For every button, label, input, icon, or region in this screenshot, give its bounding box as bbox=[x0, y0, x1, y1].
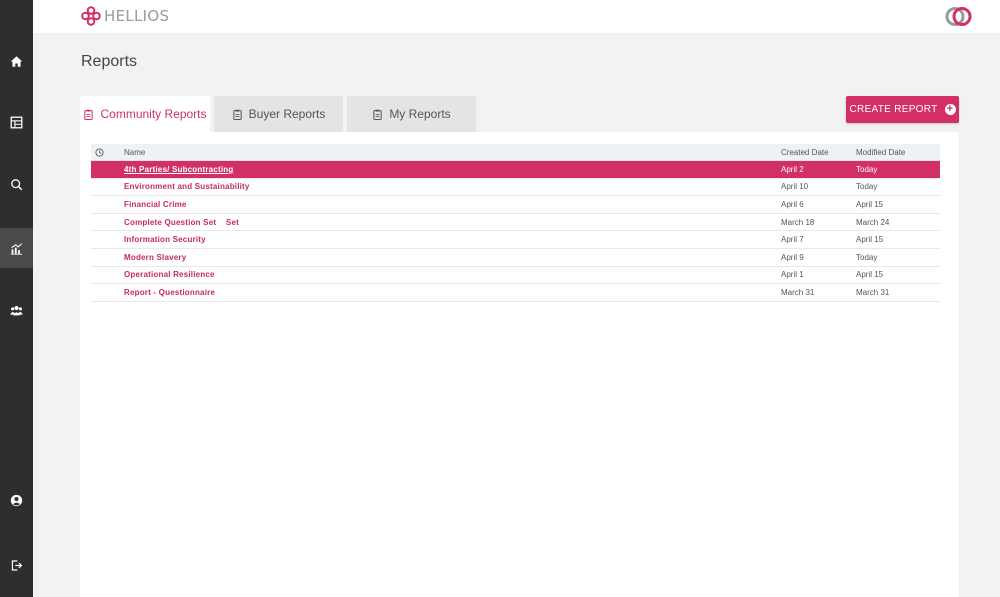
tab-label: Buyer Reports bbox=[248, 107, 326, 121]
report-name-link[interactable]: 4th Parties/ Subcontracting bbox=[124, 165, 781, 174]
created-date: April 7 bbox=[781, 235, 804, 245]
created-date: March 18 bbox=[781, 217, 815, 227]
modified-date: March 24 bbox=[856, 217, 890, 227]
table-row[interactable]: Operational Resilience April 1 April 15 bbox=[91, 267, 940, 285]
users-icon bbox=[10, 305, 23, 315]
dashboard-icon bbox=[10, 116, 23, 128]
tab-label: Community Reports bbox=[100, 107, 207, 121]
sidebar-item-logout[interactable] bbox=[0, 545, 33, 585]
modified-date: Today bbox=[856, 164, 878, 174]
created-date: April 2 bbox=[781, 164, 804, 174]
user-avatar[interactable] bbox=[944, 6, 974, 27]
top-bar: HELLIOS bbox=[33, 0, 1000, 33]
header-modified-date[interactable]: Modified Date bbox=[856, 148, 940, 157]
report-name-link[interactable]: Report - Questionnaire bbox=[124, 288, 781, 297]
create-report-button[interactable]: CREATE REPORT + bbox=[846, 96, 959, 123]
logo-mark-icon bbox=[81, 6, 101, 26]
profile-icon bbox=[10, 494, 23, 506]
tab-community-reports[interactable]: Community Reports bbox=[80, 96, 210, 132]
table-row[interactable]: 4th Parties/ Subcontracting April 2 Toda… bbox=[91, 161, 940, 179]
created-date: April 6 bbox=[781, 199, 804, 209]
header-name[interactable]: Name bbox=[124, 148, 781, 157]
sidebar bbox=[0, 0, 33, 597]
clipboard-icon bbox=[84, 109, 94, 120]
modified-date: March 31 bbox=[856, 287, 890, 297]
header-status-cell bbox=[91, 147, 124, 157]
home-icon bbox=[10, 55, 23, 67]
table-row[interactable]: Financial Crime April 6 April 15 bbox=[91, 196, 940, 214]
table-row[interactable]: Environment and Sustainability April 10 … bbox=[91, 179, 940, 197]
logo-text: HELLIOS bbox=[104, 7, 170, 25]
created-date: April 10 bbox=[781, 182, 809, 192]
header-created-date[interactable]: Created Date bbox=[781, 148, 856, 157]
modified-date: Today bbox=[856, 252, 878, 262]
created-date: April 9 bbox=[781, 252, 804, 262]
report-name-link[interactable]: Complete Question Set Set bbox=[124, 218, 781, 227]
table-row[interactable]: Complete Question Set Set March 18 March… bbox=[91, 214, 940, 232]
reports-chart-icon bbox=[10, 242, 23, 255]
reports-table: Name Created Date Modified Date 4th Part… bbox=[91, 144, 940, 302]
table-header: Name Created Date Modified Date bbox=[91, 144, 940, 161]
report-name-link[interactable]: Operational Resilience bbox=[124, 270, 781, 279]
clipboard-icon bbox=[373, 109, 382, 120]
tab-buyer-reports[interactable]: Buyer Reports bbox=[214, 96, 343, 132]
logout-icon bbox=[11, 559, 23, 571]
tab-my-reports[interactable]: My Reports bbox=[347, 96, 476, 132]
brand-logo[interactable]: HELLIOS bbox=[80, 6, 169, 26]
tab-label: My Reports bbox=[389, 107, 451, 121]
report-name-link[interactable]: Environment and Sustainability bbox=[124, 182, 781, 191]
modified-date: April 15 bbox=[856, 270, 884, 280]
sidebar-item-search[interactable] bbox=[0, 164, 33, 204]
table-row[interactable]: Report - Questionnaire March 31 March 31 bbox=[91, 284, 940, 302]
report-name-link[interactable]: Information Security bbox=[124, 235, 781, 244]
plus-circle-icon: + bbox=[944, 104, 956, 115]
created-date: April 1 bbox=[781, 270, 804, 280]
sidebar-item-profile[interactable] bbox=[0, 480, 33, 520]
report-name-link[interactable]: Financial Crime bbox=[124, 200, 781, 209]
modified-date: April 15 bbox=[856, 235, 884, 245]
sidebar-item-users[interactable] bbox=[0, 290, 33, 330]
created-date: March 31 bbox=[781, 287, 815, 297]
reports-panel: Name Created Date Modified Date 4th Part… bbox=[80, 132, 959, 597]
modified-date: Today bbox=[856, 182, 878, 192]
sidebar-item-home[interactable] bbox=[0, 41, 33, 81]
report-name-link[interactable]: Modern Slavery bbox=[124, 253, 781, 262]
clock-icon[interactable] bbox=[95, 147, 104, 157]
page-title: Reports bbox=[81, 53, 138, 70]
table-row[interactable]: Information Security April 7 April 15 bbox=[91, 231, 940, 249]
clipboard-icon bbox=[232, 109, 242, 120]
create-report-label: CREATE REPORT bbox=[849, 104, 938, 115]
search-icon bbox=[11, 178, 23, 190]
table-row[interactable]: Modern Slavery April 9 Today bbox=[91, 249, 940, 267]
sidebar-item-reports[interactable] bbox=[0, 228, 33, 268]
modified-date: April 15 bbox=[856, 199, 884, 209]
sidebar-item-dashboard[interactable] bbox=[0, 102, 33, 142]
